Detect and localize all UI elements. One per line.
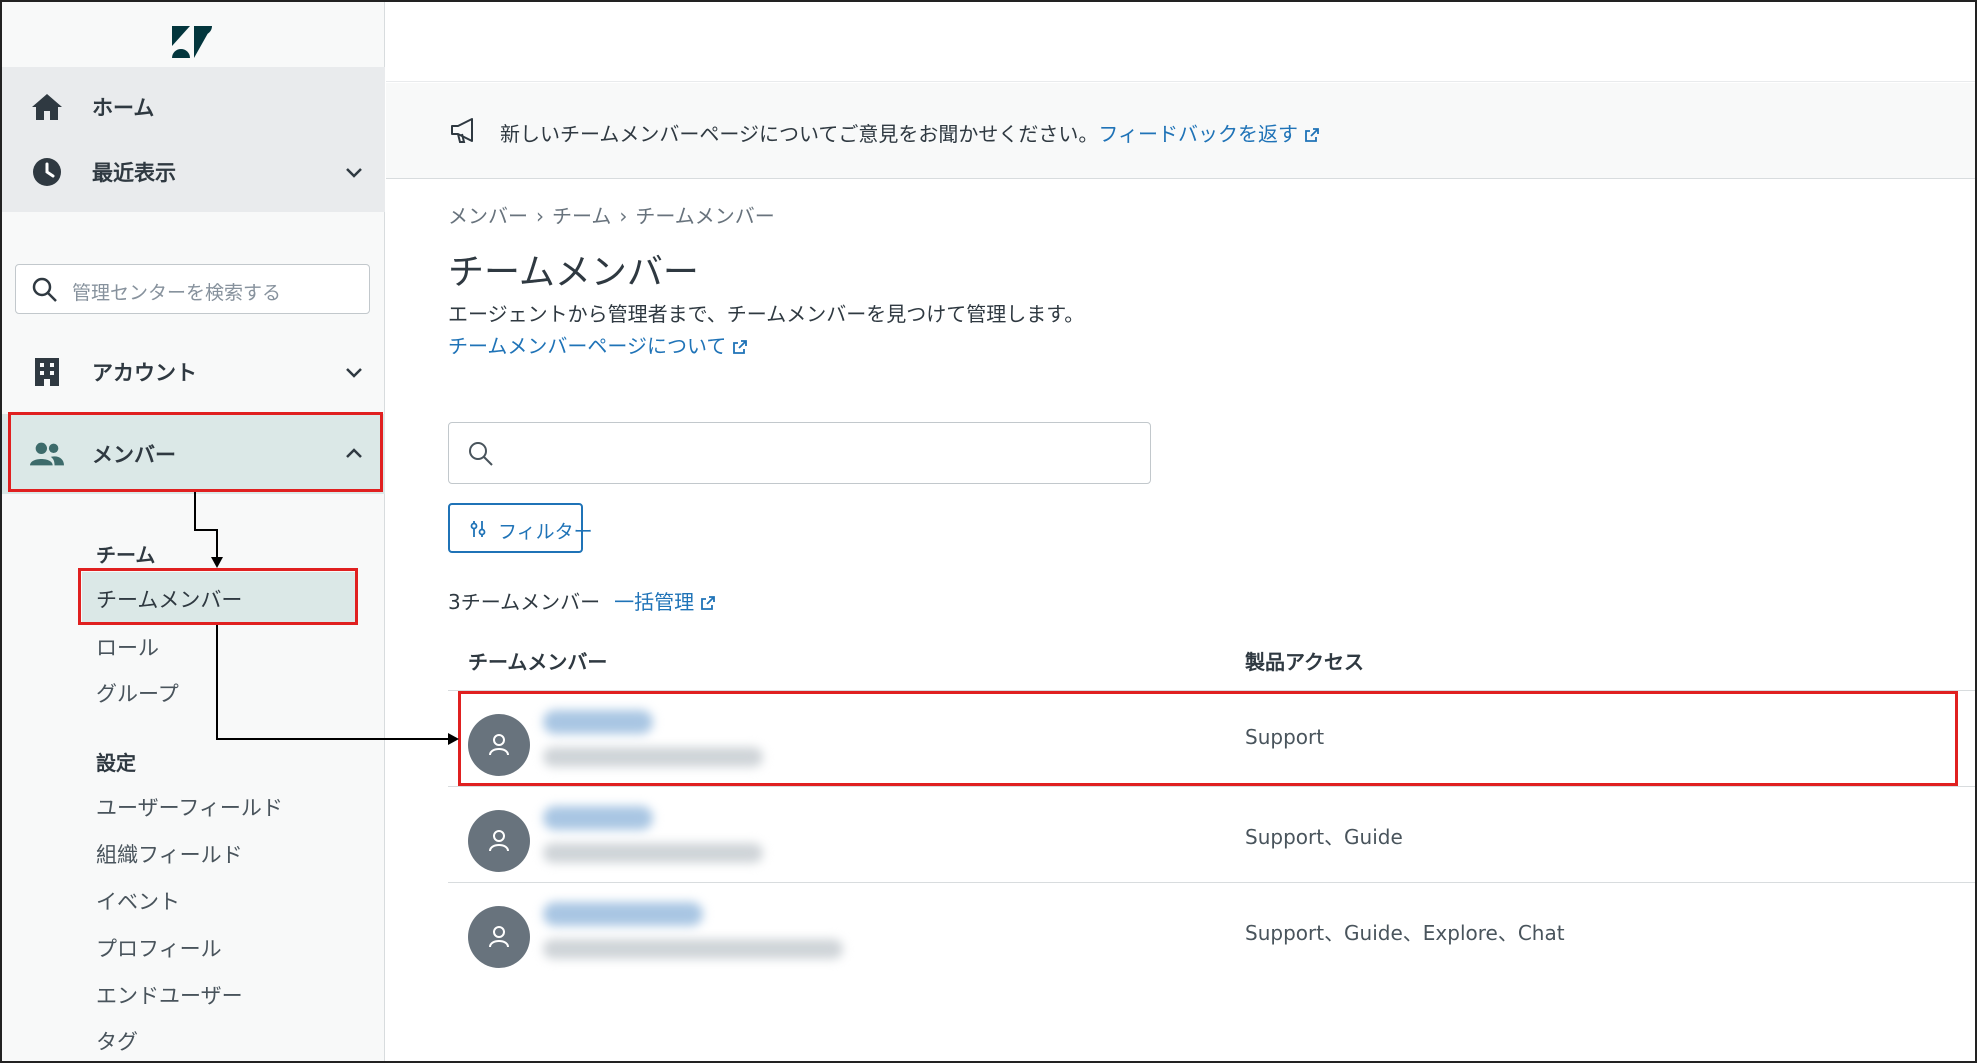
redacted-email: [543, 939, 843, 959]
table-row[interactable]: Support、Guide、Explore、Chat: [448, 884, 1975, 979]
highlight-team-members-subnav: [78, 568, 358, 625]
nav-account[interactable]: アカウント: [2, 332, 385, 412]
subnav-events[interactable]: イベント: [96, 886, 180, 916]
sidebar: ホーム 最近表示 管理センターを検索する アカウント メンバー チーム チームメ…: [2, 2, 385, 1061]
redacted-name: [543, 806, 653, 830]
settings-heading: 設定: [96, 751, 136, 775]
team-heading: チーム: [96, 543, 156, 567]
table-divider: [448, 786, 1975, 787]
user-icon: [489, 926, 509, 948]
redacted-name: [543, 902, 703, 926]
about-page-link-label: チームメンバーページについて: [448, 334, 727, 358]
page-title: チームメンバー: [448, 252, 699, 293]
avatar: [468, 906, 530, 968]
feedback-link[interactable]: フィードバックを返す: [1098, 122, 1320, 146]
avatar: [468, 810, 530, 872]
zendesk-logo-icon[interactable]: [170, 24, 214, 60]
external-link-icon: [733, 340, 748, 354]
breadcrumb-team-members: チームメンバー: [635, 204, 775, 228]
bulk-manage-link[interactable]: 一括管理: [614, 590, 716, 614]
megaphone-icon: [451, 118, 473, 143]
sliders-icon: [470, 521, 486, 537]
breadcrumb-separator: ›: [619, 204, 628, 228]
top-bar: [386, 2, 1975, 82]
search-icon: [469, 442, 493, 466]
nav-recent[interactable]: 最近表示: [2, 132, 385, 212]
table-divider: [448, 882, 1975, 883]
column-header-member[interactable]: チームメンバー: [468, 646, 607, 675]
product-access: Support、Guide、Explore、Chat: [1245, 921, 1565, 945]
external-link-icon: [701, 596, 716, 610]
chevron-down-icon: [346, 168, 362, 178]
user-icon: [489, 830, 509, 852]
nav-account-label: アカウント: [92, 361, 197, 385]
member-search-input[interactable]: [448, 422, 1151, 484]
chevron-down-icon: [346, 368, 362, 378]
table-row[interactable]: Support、Guide: [448, 788, 1975, 883]
connector-line: [216, 738, 448, 740]
connector-line: [194, 492, 196, 530]
arrow-right-icon: [448, 733, 459, 745]
about-page-link[interactable]: チームメンバーページについて: [448, 330, 748, 359]
highlight-members-nav: [8, 412, 383, 492]
member-count: 3チームメンバー 一括管理: [448, 586, 716, 615]
arrow-down-icon: [211, 557, 223, 568]
bulk-manage-link-label: 一括管理: [614, 590, 695, 614]
admin-search-placeholder: 管理センターを検索する: [72, 282, 282, 304]
filter-button[interactable]: フィルター: [448, 503, 593, 553]
feedback-message: 新しいチームメンバーページについてご意見をお聞かせください。フィードバックを返す: [500, 118, 1320, 147]
connector-line: [216, 529, 218, 559]
page-description: エージェントから管理者まで、チームメンバーを見つけて管理します。: [448, 302, 1085, 326]
subnav-user-fields[interactable]: ユーザーフィールド: [96, 792, 283, 822]
feedback-text: 新しいチームメンバーページについてご意見をお聞かせください。: [500, 122, 1099, 146]
subnav-tags[interactable]: タグ: [96, 1026, 138, 1056]
column-header-access[interactable]: 製品アクセス: [1245, 646, 1364, 675]
breadcrumb-members[interactable]: メンバー: [448, 204, 528, 228]
subnav-groups[interactable]: グループ: [96, 678, 179, 708]
nav-home-label: ホーム: [92, 96, 155, 120]
connector-line: [194, 529, 218, 531]
subnav-org-fields[interactable]: 組織フィールド: [96, 839, 243, 869]
admin-search-input[interactable]: 管理センターを検索する: [15, 264, 370, 314]
breadcrumb: メンバー › チーム › チームメンバー: [448, 200, 775, 229]
subnav-profiles[interactable]: プロフィール: [96, 933, 222, 963]
breadcrumb-separator: ›: [536, 204, 544, 228]
connector-line: [216, 625, 218, 740]
clock-icon: [30, 155, 64, 189]
nav-recent-label: 最近表示: [92, 161, 176, 185]
building-icon: [30, 355, 64, 389]
subnav-end-users[interactable]: エンドユーザー: [96, 980, 243, 1010]
highlight-first-row: [458, 691, 1958, 786]
home-icon: [30, 90, 64, 124]
feedback-link-label: フィードバックを返す: [1098, 122, 1299, 146]
member-count-label: 3チームメンバー: [448, 590, 601, 614]
feedback-banner: 新しいチームメンバーページについてご意見をお聞かせください。フィードバックを返す: [386, 83, 1975, 179]
subnav-roles[interactable]: ロール: [96, 632, 159, 662]
filter-button-label: フィルター: [498, 521, 593, 543]
external-link-icon: [1305, 128, 1319, 142]
product-access: Support、Guide: [1245, 825, 1403, 849]
search-icon: [32, 277, 57, 302]
breadcrumb-team[interactable]: チーム: [552, 204, 611, 228]
redacted-email: [543, 843, 763, 863]
